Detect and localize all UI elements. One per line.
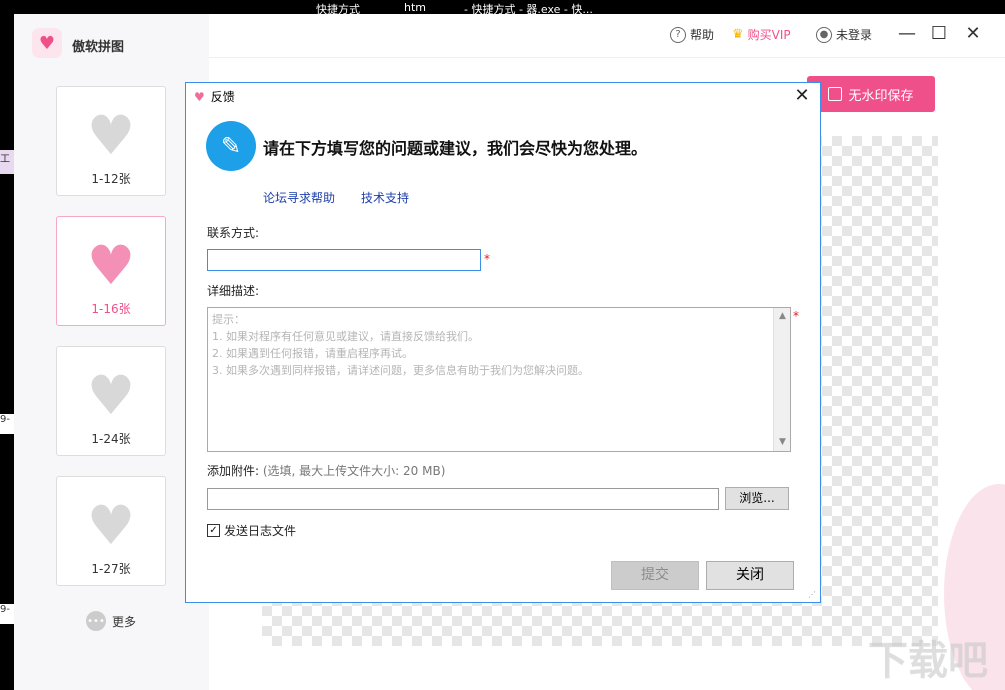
- vip-label: 购买VIP: [747, 28, 791, 42]
- scroll-up-icon[interactable]: ▲: [774, 308, 791, 325]
- contact-label: 联系方式:: [207, 226, 260, 240]
- crown-icon: ♛: [732, 27, 744, 42]
- heart-grid-icon: ♥: [86, 104, 136, 167]
- attachment-hint: (选填, 最大上传文件大小: 20 MB): [262, 464, 446, 478]
- description-textarea[interactable]: 提示： 1. 如果对程序有任何意见或建议，请直接反馈给我们。 2. 如果遇到任何…: [207, 307, 791, 452]
- feedback-dialog: ♥ 反馈 ✕ ✎ 请在下方填写您的问题或建议，我们会尽快为您处理。 论坛寻求帮助…: [185, 82, 821, 603]
- login-label: 未登录: [836, 28, 873, 42]
- app-header: ? 帮助 ♛ 购买VIP ● 未登录 — ☐ ✕: [209, 14, 1005, 58]
- description-label: 详细描述:: [207, 284, 260, 298]
- send-log-checkbox[interactable]: ✓: [207, 524, 220, 537]
- attachment-path-input[interactable]: [207, 488, 719, 510]
- dialog-heading: 请在下方填写您的问题或建议，我们会尽快为您处理。: [263, 139, 648, 158]
- more-label: 更多: [112, 614, 137, 629]
- template-card-16[interactable]: ♥ 1-16张: [56, 216, 166, 326]
- resize-grip-icon[interactable]: ⋰: [808, 590, 818, 600]
- dialog-titlebar: ♥ 反馈: [194, 88, 235, 105]
- dialog-title: 反馈: [210, 90, 235, 104]
- send-log-checkbox-row[interactable]: ✓ 发送日志文件: [207, 522, 296, 539]
- attachment-row: 添加附件: (选填, 最大上传文件大小: 20 MB): [207, 462, 445, 479]
- description-scrollbar[interactable]: ▲ ▼: [773, 308, 790, 451]
- send-log-label: 发送日志文件: [224, 524, 297, 538]
- app-logo-icon: ♥: [32, 28, 62, 58]
- buy-vip-button[interactable]: ♛ 购买VIP: [732, 26, 791, 43]
- more-icon: •••: [86, 611, 106, 631]
- heart-grid-icon: ♥: [86, 364, 136, 427]
- scroll-down-icon[interactable]: ▼: [774, 434, 791, 451]
- maximize-button[interactable]: ☐: [929, 24, 949, 44]
- description-placeholder: 提示： 1. 如果对程序有任何意见或建议，请直接反馈给我们。 2. 如果遇到任何…: [212, 313, 589, 377]
- user-icon: ●: [816, 26, 832, 43]
- edge-fragment: 工: [0, 150, 14, 174]
- forum-help-link[interactable]: 论坛寻求帮助: [263, 189, 335, 206]
- attachment-label: 添加附件:: [207, 464, 260, 478]
- heart-grid-icon: ♥: [86, 234, 136, 297]
- tech-support-link[interactable]: 技术支持: [361, 189, 409, 206]
- heart-grid-icon: ♥: [86, 494, 136, 557]
- template-card-27[interactable]: ♥ 1-27张: [56, 476, 166, 586]
- help-label: 帮助: [690, 28, 715, 42]
- help-icon: ?: [670, 26, 686, 43]
- template-label: 1-12张: [91, 172, 131, 186]
- sidebar: ♥ 傲软拼图 ♥ 1-12张 ♥ 1-16张 ♥ 1-24张 ♥ 1-27张 •…: [14, 14, 209, 690]
- template-label: 1-27张: [91, 562, 131, 576]
- dialog-close-button[interactable]: ✕: [792, 85, 812, 106]
- heart-icon: ♥: [194, 89, 205, 104]
- taskbar-text: htm: [404, 1, 426, 14]
- close-button[interactable]: 关闭: [706, 561, 794, 590]
- edge-fragment: 9-: [0, 414, 14, 434]
- pencil-icon: ✎: [206, 121, 256, 171]
- save-icon: [828, 87, 843, 101]
- save-no-watermark-button[interactable]: 无水印保存: [807, 76, 935, 112]
- template-label: 1-24张: [91, 432, 131, 446]
- submit-button[interactable]: 提交: [611, 561, 699, 590]
- template-label: 1-16张: [91, 302, 131, 316]
- template-card-12[interactable]: ♥ 1-12张: [56, 86, 166, 196]
- help-button[interactable]: ? 帮助: [670, 26, 714, 43]
- edge-fragment: 9-: [0, 604, 14, 624]
- required-mark: *: [793, 309, 799, 323]
- browse-button[interactable]: 浏览...: [725, 487, 789, 510]
- login-button[interactable]: ● 未登录: [816, 26, 872, 43]
- contact-input[interactable]: [207, 249, 481, 271]
- close-window-button[interactable]: ✕: [963, 24, 983, 44]
- template-card-24[interactable]: ♥ 1-24张: [56, 346, 166, 456]
- required-mark: *: [484, 252, 490, 266]
- watermark: 下载吧: [868, 638, 988, 684]
- minimize-button[interactable]: —: [897, 24, 917, 44]
- more-templates-button[interactable]: ••• 更多: [86, 611, 136, 631]
- app-title: 傲软拼图: [72, 40, 125, 55]
- save-label: 无水印保存: [848, 88, 914, 104]
